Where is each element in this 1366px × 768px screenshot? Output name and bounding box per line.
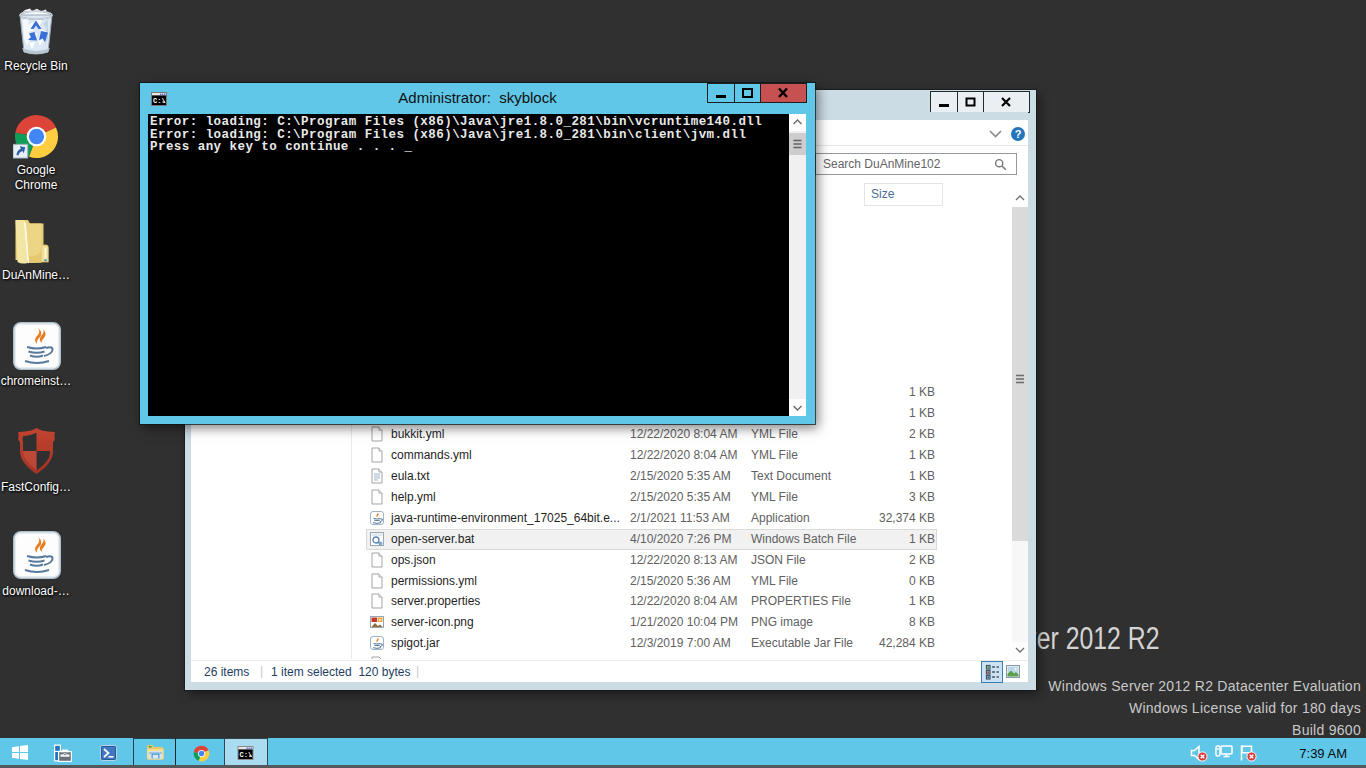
svg-text:C:\: C:\ [240, 751, 253, 759]
